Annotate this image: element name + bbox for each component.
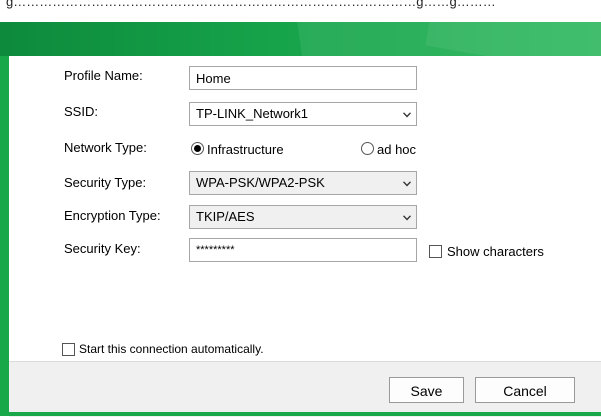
security-type-label: Security Type: [64,175,147,190]
caption-text: g…………………………………………………………………………………g……g……… [6,0,496,9]
chevron-down-icon [403,112,411,119]
infrastructure-radio[interactable] [191,142,204,155]
cancel-button[interactable]: Cancel [475,377,575,403]
security-type-dropdown[interactable]: WPA-PSK/WPA2-PSK [189,171,417,195]
ad-hoc-label: ad hoc [377,142,417,157]
encryption-type-label: Encryption Type: [64,208,161,223]
profile-name-input[interactable] [189,66,417,90]
infrastructure-label: Infrastructure [207,142,284,157]
security-key-input[interactable] [189,238,417,262]
encryption-type-value: TKIP/AES [196,209,255,224]
chevron-down-icon [403,215,411,222]
profile-form: Profile Name: SSID: TP-LINK_Network1 Net… [9,56,601,361]
auto-connect-checkbox[interactable] [62,343,75,356]
save-button[interactable]: Save [389,377,464,403]
ad-hoc-radio[interactable] [361,142,374,155]
encryption-type-dropdown[interactable]: TKIP/AES [189,205,417,229]
network-type-label: Network Type: [64,140,147,155]
ssid-dropdown[interactable]: TP-LINK_Network1 [189,102,417,126]
bottom-accent-line [9,412,601,416]
caption-strip: g…………………………………………………………………………………g……g……… [0,0,601,22]
left-accent-stripe [0,56,9,416]
security-type-value: WPA-PSK/WPA2-PSK [196,175,325,190]
dialog-footer: Save Cancel [9,361,601,417]
show-characters-label: Show characters [447,244,544,259]
security-key-label: Security Key: [64,241,141,256]
header-banner [0,22,601,56]
radio-selected-dot [194,145,201,152]
chevron-down-icon [403,181,411,188]
profile-name-label: Profile Name: [64,68,143,83]
show-characters-checkbox[interactable] [429,245,442,258]
auto-connect-label: Start this connection automatically. [79,342,264,356]
ssid-label: SSID: [64,104,98,119]
ssid-value: TP-LINK_Network1 [196,106,308,121]
